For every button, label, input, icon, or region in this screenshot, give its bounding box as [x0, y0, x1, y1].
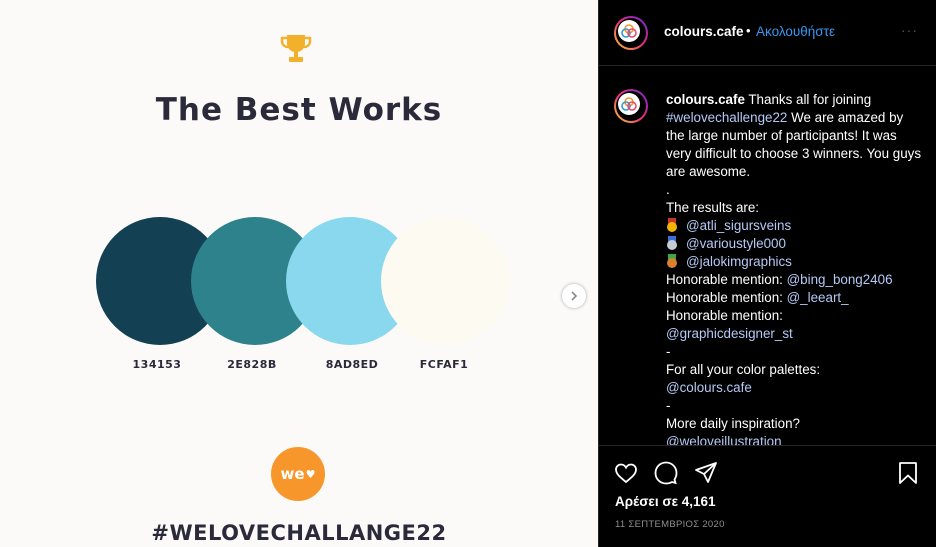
next-image-button[interactable]: [562, 284, 586, 308]
header-username[interactable]: colours.cafe: [664, 24, 744, 39]
results-intro: The results are:: [666, 200, 760, 215]
follow-button[interactable]: Ακολουθήστε: [756, 24, 835, 39]
honorable-mention-3: Honorable mention:: [666, 307, 924, 325]
honorable-label: Honorable mention:: [666, 308, 783, 323]
colours-cafe-logo-icon: [621, 97, 637, 111]
winner-3-handle[interactable]: @jalokimgraphics: [686, 254, 792, 269]
post-date[interactable]: 11 ΣΕΠΤΕΜΒΡΙΟΣ 2020: [615, 519, 725, 530]
best-works-title: The Best Works: [155, 92, 443, 128]
honorable-mention-1: Honorable mention: @bing_bong2406: [666, 271, 924, 289]
winner-2: @varioustyle000: [666, 235, 924, 253]
caption-username[interactable]: colours.cafe: [666, 92, 745, 107]
caption-text: colours.cafe Thanks all for joining #wel…: [666, 91, 924, 445]
caption-dash-2: -: [666, 398, 671, 413]
palettes-handle[interactable]: @colours.cafe: [666, 380, 752, 395]
likes-count[interactable]: Αρέσει σε 4,161: [615, 494, 716, 509]
caption-avatar[interactable]: [614, 89, 648, 123]
gold-medal-icon: [666, 218, 678, 232]
swatch-label-4: FCFAF1: [419, 358, 469, 371]
post-header: colours.cafe • Ακολουθήστε ···: [599, 0, 936, 66]
more-options-icon[interactable]: ···: [901, 22, 918, 38]
inspiration-text: More daily inspiration?: [666, 416, 800, 431]
inspiration-handle[interactable]: @weloveillustration: [666, 434, 782, 445]
trophy-icon: [280, 35, 312, 62]
caption-text-1: Thanks all for joining: [744, 92, 872, 107]
honorable-mention-2: Honorable mention: @_leeart_: [666, 289, 924, 307]
hashtag-link[interactable]: #welovechallenge22: [666, 110, 787, 125]
swatch-circle-4: [381, 217, 509, 345]
silver-medal-icon: [666, 236, 678, 250]
challenge-hashtag: #WELOVECHALLANGE22: [151, 521, 447, 545]
honorable-1-handle[interactable]: @bing_bong2406: [787, 272, 893, 287]
swatch-label-2: 2E828B: [227, 358, 277, 371]
honorable-label: Honorable mention:: [666, 272, 787, 287]
winner-1: @atli_sigursveins: [666, 217, 924, 235]
honorable-3-handle[interactable]: @graphicdesigner_st: [666, 326, 793, 341]
header-separator: •: [746, 23, 751, 38]
bronze-medal-icon: [666, 254, 678, 268]
honorable-2-handle[interactable]: @_leeart_: [787, 290, 849, 305]
post-sidebar: colours.cafe • Ακολουθήστε ··· colours.c…: [598, 0, 936, 547]
honorable-label: Honorable mention:: [666, 290, 787, 305]
chevron-right-icon: [571, 291, 578, 301]
share-icon[interactable]: [693, 460, 719, 486]
heart-icon[interactable]: [613, 460, 639, 486]
colours-cafe-logo-icon: [621, 24, 637, 38]
swatch-label-3: 8AD8ED: [325, 358, 379, 371]
we-logo-text: we: [280, 465, 305, 483]
winner-1-handle[interactable]: @atli_sigursveins: [686, 218, 791, 233]
caption-dot: .: [666, 182, 670, 197]
heart-logo-icon: ♥: [305, 467, 316, 481]
swatch-label-1: 134153: [132, 358, 182, 371]
post-image[interactable]: The Best Works 134153 2E828B 8AD8ED FCFA…: [0, 0, 598, 547]
comments-section[interactable]: colours.cafe Thanks all for joining #wel…: [599, 67, 936, 445]
caption-dash-1: -: [666, 344, 671, 359]
comment-icon[interactable]: [653, 460, 679, 486]
avatar[interactable]: [614, 16, 648, 50]
winner-2-handle[interactable]: @varioustyle000: [686, 236, 786, 251]
winner-3: @jalokimgraphics: [666, 253, 924, 271]
post-modal: The Best Works 134153 2E828B 8AD8ED FCFA…: [0, 0, 936, 547]
bookmark-icon[interactable]: [895, 460, 921, 486]
we-logo: we ♥: [271, 447, 325, 501]
palettes-text: For all your color palettes:: [666, 362, 821, 377]
